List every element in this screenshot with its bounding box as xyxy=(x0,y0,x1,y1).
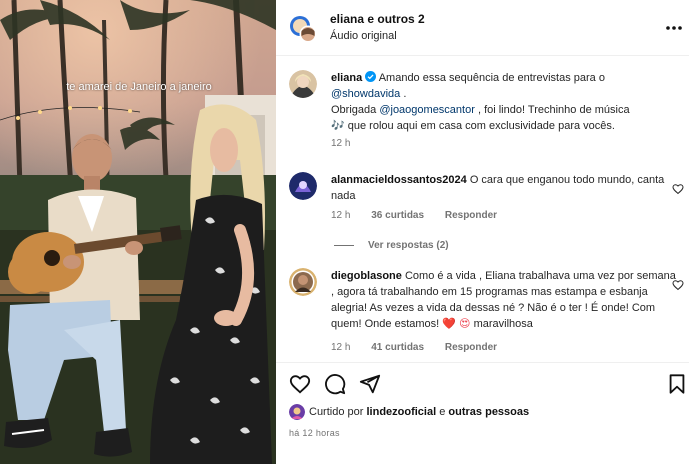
post-author-avatar[interactable] xyxy=(289,70,317,98)
caption-text-3: Obrigada xyxy=(331,104,377,116)
caption-text-1: Amando essa sequência de entrevistas par… xyxy=(378,72,605,84)
mention-showdavida[interactable]: @showdavida xyxy=(331,88,400,100)
comment-body-tail: maravilhosa xyxy=(473,318,533,330)
replies-divider-line xyxy=(334,244,354,246)
liked-by-text: Curtido por lindezooficial e outras pess… xyxy=(309,406,529,418)
caption-text-5: que rolou aqui em casa com exclusividade… xyxy=(347,120,615,132)
comment-text: alanmacieldossantos2024 O cara que engan… xyxy=(331,172,681,204)
comment-item: alanmacieldossantos2024 O cara que engan… xyxy=(289,172,684,232)
view-replies-button[interactable]: Ver respostas (2) xyxy=(334,240,449,251)
post-action-bar xyxy=(276,362,689,406)
comment-avatar[interactable] xyxy=(289,172,317,200)
audio-label[interactable]: Áudio original xyxy=(330,30,397,42)
comment-text: diegoblasone Como é a vida , Eliana trab… xyxy=(331,268,681,332)
comment-like-heart-icon[interactable] xyxy=(672,182,684,195)
liked-by-prefix: Curtido por xyxy=(309,406,364,418)
comment-bubble-icon[interactable] xyxy=(324,373,346,395)
comment-time[interactable]: 12 h xyxy=(331,210,350,221)
comment-like-heart-icon[interactable] xyxy=(672,278,684,291)
header-account-name[interactable]: eliana e outros 2 xyxy=(330,12,425,26)
comment-username[interactable]: alanmacieldossantos2024 xyxy=(331,174,467,186)
post-caption-text: eliana Amando essa sequência de entrevis… xyxy=(331,70,681,134)
mention-joaogomescantor[interactable]: @joaogomescantor xyxy=(379,104,475,116)
comment-avatar[interactable] xyxy=(289,268,317,296)
comment-time[interactable]: 12 h xyxy=(331,342,350,353)
view-replies-label: Ver respostas (2) xyxy=(368,240,449,251)
video-caption: te amarei de Janeiro a janeiro xyxy=(66,81,212,93)
comment-meta: 12 h 36 curtidas Responder xyxy=(331,210,515,221)
share-paper-plane-icon[interactable] xyxy=(359,373,381,395)
post-meta: 12 h xyxy=(331,138,368,149)
comment-item: diegoblasone Como é a vida , Eliana trab… xyxy=(289,268,684,358)
verified-badge-icon xyxy=(365,71,377,82)
save-bookmark-icon[interactable] xyxy=(666,373,688,395)
caption-text-2: . xyxy=(403,88,407,100)
more-horizontal-icon[interactable] xyxy=(666,19,682,37)
post-author-username[interactable]: eliana xyxy=(331,72,362,84)
comment-reply-button[interactable]: Responder xyxy=(445,342,497,353)
caption-text-4: , foi lindo! Trechinho de música xyxy=(477,104,630,116)
comment-likes[interactable]: 41 curtidas xyxy=(371,342,424,353)
post-caption: eliana Amando essa sequência de entrevis… xyxy=(289,70,684,152)
liked-by-others[interactable]: outras pessoas xyxy=(448,406,529,418)
comment-likes[interactable]: 36 curtidas xyxy=(371,210,424,221)
comment-meta: 12 h 41 curtidas Responder xyxy=(331,342,515,353)
music-notes-icon: 🎶 xyxy=(331,120,345,132)
comment-username[interactable]: diegoblasone xyxy=(331,270,402,282)
liker-avatar[interactable] xyxy=(289,404,305,420)
header-avatar[interactable] xyxy=(289,15,317,43)
post-timestamp[interactable]: há 12 horas xyxy=(289,428,340,438)
post-time[interactable]: 12 h xyxy=(331,138,350,149)
like-heart-icon[interactable] xyxy=(289,373,311,395)
comment-reply-button[interactable]: Responder xyxy=(445,210,497,221)
heart-eyes-emoji-icon: ❤️ 😍 xyxy=(442,318,471,330)
liked-by-username[interactable]: lindezooficial xyxy=(366,406,436,418)
video-frame-illustration xyxy=(0,0,276,464)
post-video[interactable]: te amarei de Janeiro a janeiro xyxy=(0,0,276,464)
post-header: eliana e outros 2 Áudio original xyxy=(276,0,689,56)
post-sidebar: eliana e outros 2 Áudio original eliana … xyxy=(276,0,689,464)
liked-by-and: e xyxy=(439,406,446,418)
